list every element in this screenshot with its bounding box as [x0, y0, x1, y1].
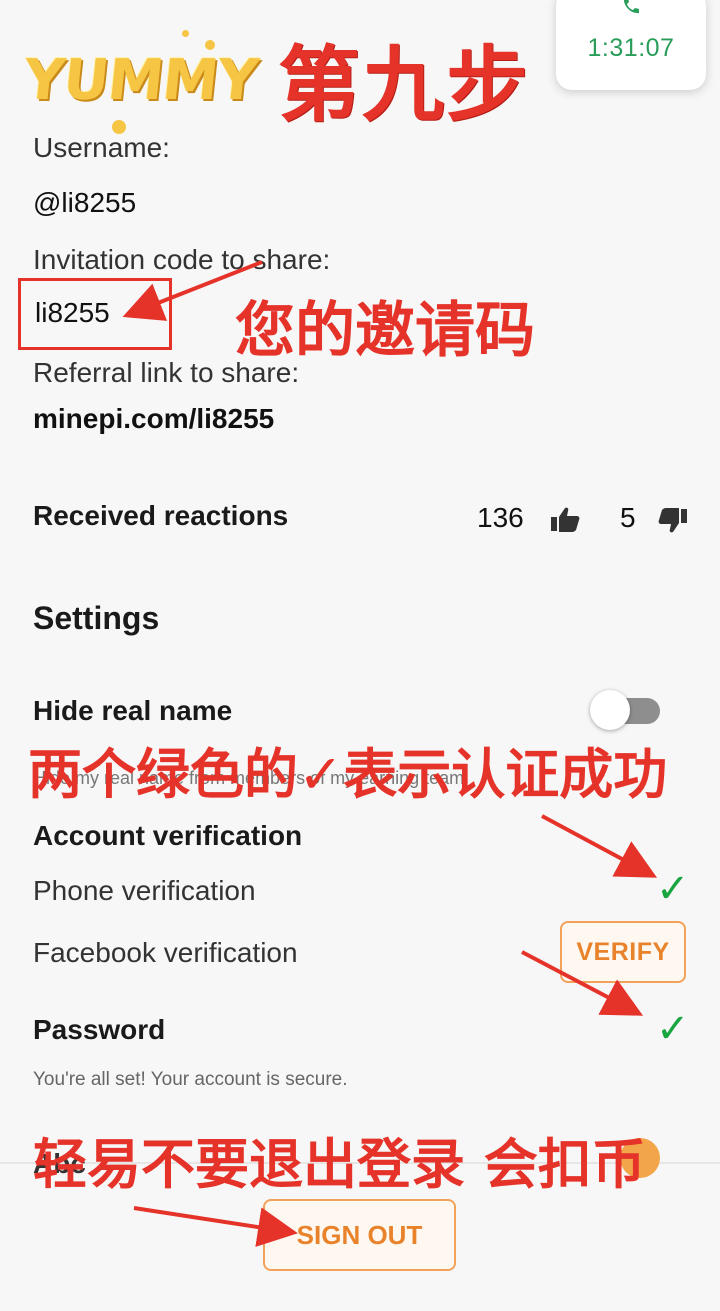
arrow-to-invite-code [122, 260, 263, 321]
arrow-to-phone-check [541, 814, 658, 878]
arrow-to-sign-out [133, 1206, 298, 1247]
arrow-to-password-check [521, 950, 644, 1016]
annotation-arrows [122, 260, 658, 1247]
screen: 1:31:07 YUMMY 第九步 Username: @li8255 Invi… [0, 0, 720, 1311]
